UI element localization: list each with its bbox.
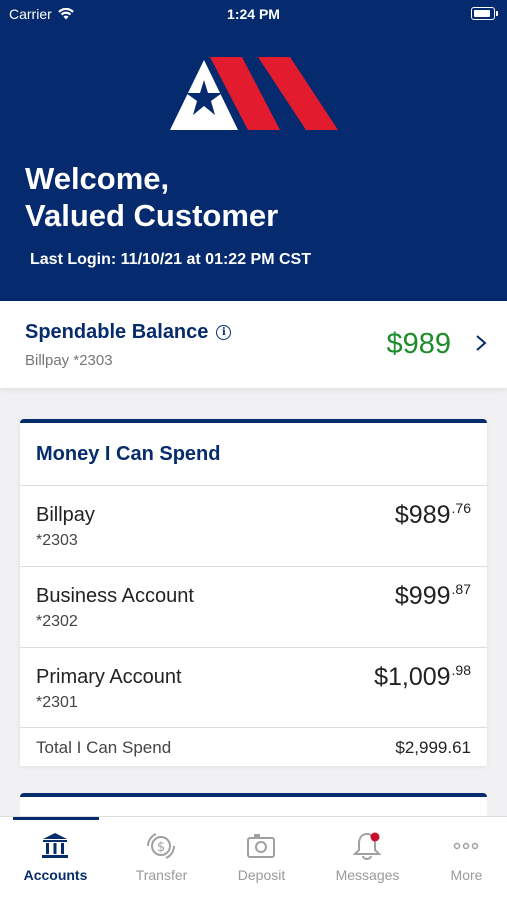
total-value: $2,999.61 bbox=[395, 738, 471, 757]
tab-transfer[interactable]: $ Transfer bbox=[111, 817, 212, 901]
account-row-primary[interactable]: Primary Account *2301 $1,009.98 bbox=[20, 648, 487, 728]
balance-dollars: $999 bbox=[394, 582, 451, 610]
chevron-right-icon bbox=[476, 335, 487, 351]
tab-label: More bbox=[450, 867, 483, 883]
bank-logo bbox=[170, 57, 338, 130]
tab-deposit[interactable]: Deposit bbox=[211, 817, 312, 901]
total-label: Total I Can Spend bbox=[36, 738, 172, 757]
welcome-heading: Welcome, Valued Customer bbox=[25, 160, 278, 234]
spendable-title-label: Spendable Balance bbox=[25, 321, 209, 343]
tab-messages[interactable]: Messages bbox=[317, 817, 418, 901]
svg-text:$: $ bbox=[157, 840, 165, 855]
balance-dollars: $1,009 bbox=[374, 663, 451, 691]
account-number: *2301 bbox=[36, 694, 78, 711]
header: Carrier 1:24 PM Welcome, Valued Customer… bbox=[0, 0, 507, 301]
tab-label: Accounts bbox=[23, 867, 88, 883]
welcome-line1: Welcome, bbox=[25, 161, 170, 196]
spendable-account: Billpay *2303 bbox=[25, 352, 113, 369]
spendable-title: Spendable Balance i bbox=[25, 321, 232, 344]
tab-accounts[interactable]: Accounts bbox=[5, 817, 106, 901]
balance-cents: .76 bbox=[451, 500, 471, 516]
account-balance: $1,009.98 bbox=[374, 662, 471, 692]
bank-icon bbox=[42, 833, 68, 858]
account-name: Billpay bbox=[36, 504, 95, 526]
tab-label: Messages bbox=[335, 867, 400, 883]
tab-more[interactable]: More bbox=[416, 817, 507, 901]
card-title: Money I Can Spend bbox=[36, 443, 221, 465]
welcome-line2: Valued Customer bbox=[25, 198, 279, 233]
status-bar: Carrier 1:24 PM bbox=[0, 0, 507, 28]
tab-bar: Accounts $ Transfer Deposit Messages Mor… bbox=[0, 816, 507, 901]
money-i-can-spend-card: Money I Can Spend Billpay *2303 $989.76 … bbox=[20, 419, 487, 766]
account-row-business[interactable]: Business Account *2302 $999.87 bbox=[20, 567, 487, 647]
more-icon bbox=[453, 842, 479, 850]
tab-label: Transfer bbox=[135, 867, 188, 883]
account-balance: $999.87 bbox=[395, 581, 471, 611]
balance-dollars: $989 bbox=[394, 501, 451, 529]
account-number: *2302 bbox=[36, 613, 78, 630]
account-number: *2303 bbox=[36, 532, 78, 549]
info-icon[interactable]: i bbox=[216, 325, 232, 340]
balance-cents: .87 bbox=[451, 581, 471, 597]
spendable-amount: $989 bbox=[386, 328, 451, 360]
account-name: Business Account bbox=[36, 585, 194, 607]
camera-icon bbox=[247, 834, 275, 858]
account-name: Primary Account bbox=[36, 666, 182, 688]
battery-icon bbox=[471, 7, 498, 20]
transfer-icon: $ bbox=[147, 833, 175, 859]
status-time: 1:24 PM bbox=[227, 6, 280, 22]
account-row-billpay[interactable]: Billpay *2303 $989.76 bbox=[20, 486, 487, 566]
tab-label: Deposit bbox=[237, 867, 286, 883]
balance-cents: .98 bbox=[451, 662, 471, 678]
account-balance: $989.76 bbox=[395, 500, 471, 530]
bell-icon bbox=[352, 832, 382, 860]
last-login-text: Last Login: 11/10/21 at 01:22 PM CST bbox=[30, 251, 311, 268]
spendable-balance-row[interactable]: Spendable Balance i Billpay *2303 $989 bbox=[0, 301, 507, 388]
divider bbox=[20, 727, 487, 728]
